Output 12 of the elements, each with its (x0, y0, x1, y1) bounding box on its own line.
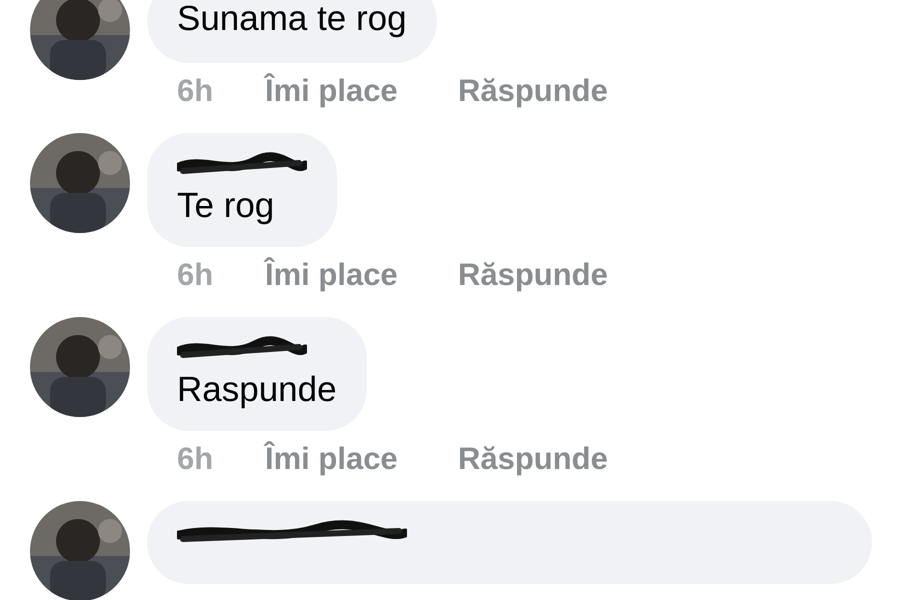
reply-link[interactable]: Răspunde (458, 439, 608, 479)
reply-link[interactable]: Răspunde (458, 255, 608, 295)
comment-time: 6h (177, 440, 214, 478)
comment-time: 6h (177, 72, 214, 110)
comment-text: Raspunde (177, 369, 337, 411)
comment-text: Te rog (177, 185, 276, 227)
comment-time: 6h (177, 256, 214, 294)
like-link[interactable]: Îmi place (265, 439, 458, 479)
reply-link[interactable]: Răspunde (458, 71, 608, 111)
like-link[interactable]: Îmi place (265, 255, 458, 295)
comment-text: Sunama te rog (177, 0, 407, 40)
like-link[interactable]: Îmi place (265, 71, 458, 111)
